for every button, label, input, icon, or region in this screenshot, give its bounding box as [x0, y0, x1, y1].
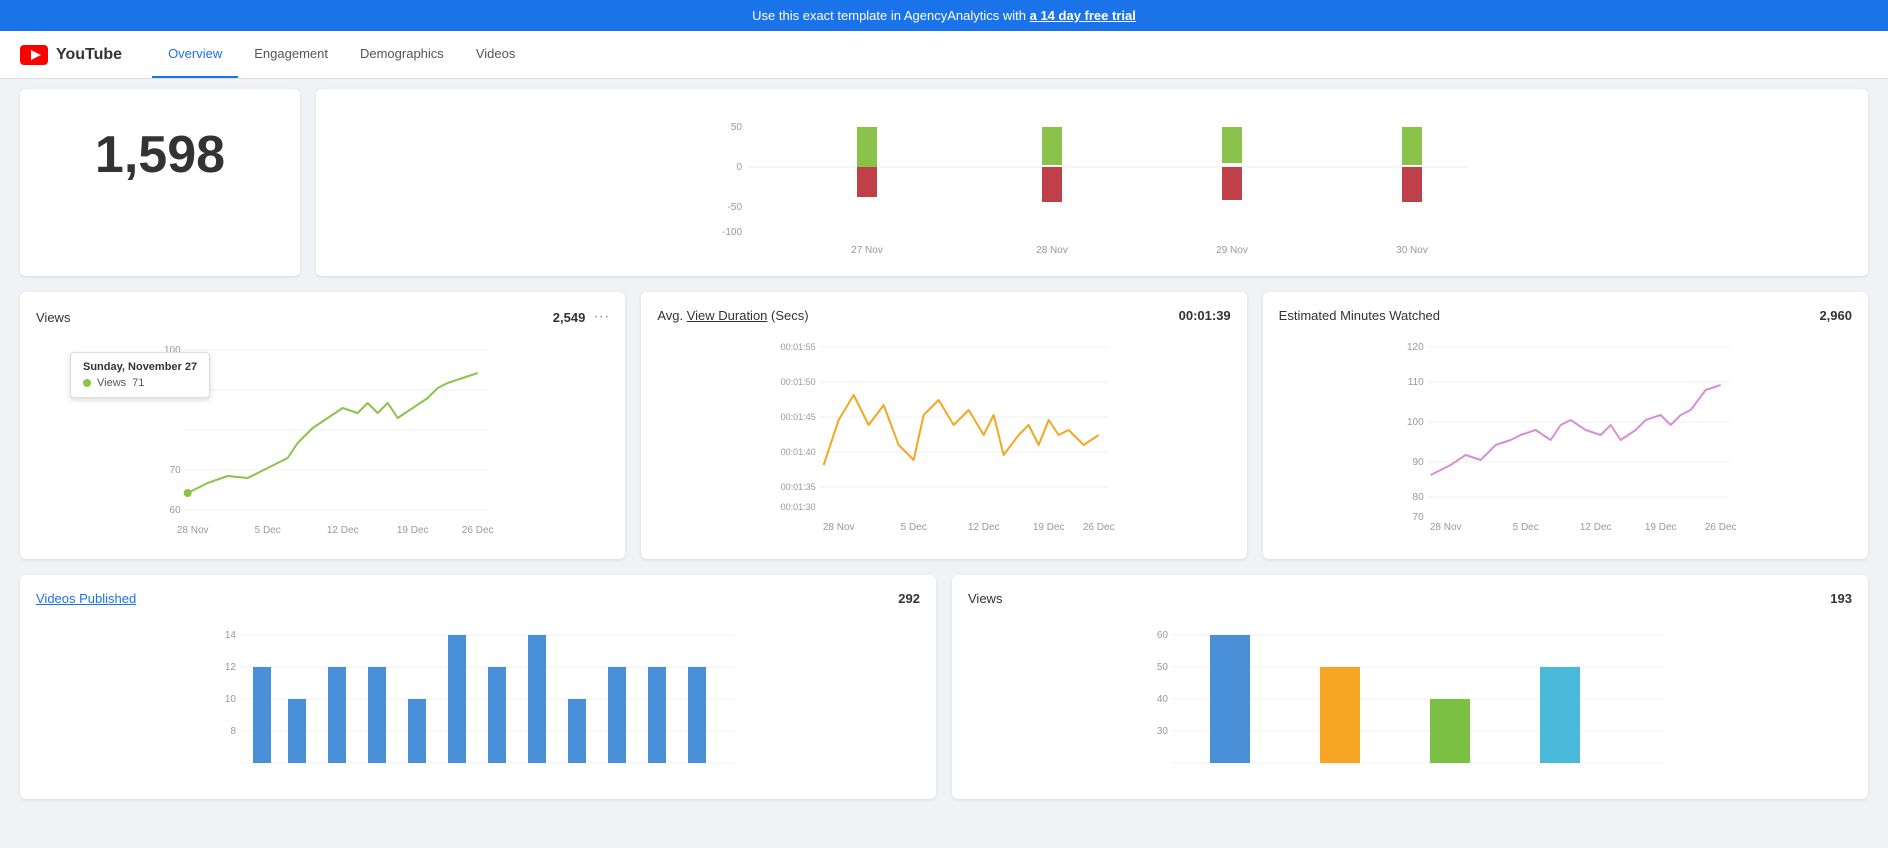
svg-text:12 Dec: 12 Dec [327, 525, 359, 536]
svg-text:27 Nov: 27 Nov [851, 245, 883, 255]
svg-text:50: 50 [1157, 662, 1169, 673]
nav-tabs: Overview Engagement Demographics Videos [152, 31, 531, 78]
svg-text:100: 100 [1407, 417, 1424, 428]
svg-text:29 Nov: 29 Nov [1216, 245, 1248, 255]
videos-published-title: Videos Published [36, 591, 136, 606]
views-card-title: Views [36, 310, 70, 325]
top-banner: Use this exact template in AgencyAnalyti… [0, 0, 1888, 31]
svg-text:10: 10 [225, 694, 237, 705]
svg-text:26 Dec: 26 Dec [1704, 522, 1736, 533]
svg-text:00:01:40: 00:01:40 [781, 447, 816, 457]
svg-text:60: 60 [170, 505, 182, 516]
avg-view-header: Avg. View Duration (Secs) 00:01:39 [657, 308, 1230, 323]
svg-text:14: 14 [225, 630, 237, 641]
tooltip-value: 71 [132, 377, 144, 389]
tooltip-metric: Views [97, 377, 126, 389]
svg-text:28 Nov: 28 Nov [177, 525, 209, 536]
svg-text:00:01:35: 00:01:35 [781, 482, 816, 492]
svg-text:28 Nov: 28 Nov [1429, 522, 1461, 533]
views-bottom-bar-chart: 60 50 40 30 [968, 618, 1852, 778]
views-card-value: 2,549 [553, 310, 586, 325]
svg-text:00:01:55: 00:01:55 [781, 342, 816, 352]
avg-view-line-chart: 00:01:55 00:01:50 00:01:45 00:01:40 00:0… [657, 335, 1230, 535]
svg-text:5 Dec: 5 Dec [901, 522, 927, 533]
svg-text:28 Nov: 28 Nov [823, 522, 855, 533]
est-minutes-title: Estimated Minutes Watched [1279, 308, 1440, 323]
videos-published-link[interactable]: Videos Published [36, 591, 136, 606]
middle-row: Views 2,549 ··· Sunday, November 27 View… [20, 292, 1868, 559]
svg-text:-100: -100 [722, 227, 742, 238]
grouped-bar-chart: 50 0 -50 -100 27 Nov [332, 105, 1852, 255]
banner-link[interactable]: a 14 day free trial [1030, 8, 1136, 23]
svg-text:70: 70 [1412, 512, 1424, 523]
videos-published-header: Videos Published 292 [36, 591, 920, 606]
views-bottom-title: Views [968, 591, 1002, 606]
est-minutes-value: 2,960 [1819, 308, 1852, 323]
avg-view-value: 00:01:39 [1179, 308, 1231, 323]
svg-text:30: 30 [1157, 726, 1169, 737]
videos-published-value: 292 [898, 591, 920, 606]
tab-videos[interactable]: Videos [460, 31, 532, 78]
tab-demographics[interactable]: Demographics [344, 31, 460, 78]
svg-text:120: 120 [1407, 342, 1424, 353]
bar-chart-card: 50 0 -50 -100 27 Nov [316, 89, 1868, 276]
videos-published-card: Videos Published 292 14 12 10 8 [20, 575, 936, 799]
avg-view-title: Avg. View Duration (Secs) [657, 308, 808, 323]
brand: YouTube [20, 45, 122, 65]
tab-overview[interactable]: Overview [152, 31, 238, 78]
main-content: 1,598 50 0 -50 -100 [0, 79, 1888, 819]
svg-text:19 Dec: 19 Dec [397, 525, 429, 536]
tooltip-date: Sunday, November 27 [83, 361, 197, 373]
avg-view-card: Avg. View Duration (Secs) 00:01:39 00:01… [641, 292, 1246, 559]
svg-text:00:01:45: 00:01:45 [781, 412, 816, 422]
est-minutes-header: Estimated Minutes Watched 2,960 [1279, 308, 1852, 323]
bottom-row: Videos Published 292 14 12 10 8 [20, 575, 1868, 799]
svg-text:00:01:50: 00:01:50 [781, 377, 816, 387]
navbar: YouTube Overview Engagement Demographics… [0, 31, 1888, 79]
subscribers-card: 1,598 [20, 89, 300, 276]
svg-text:50: 50 [731, 122, 743, 133]
tooltip-row: Views 71 [83, 377, 197, 389]
subscribers-value: 1,598 [36, 105, 284, 195]
svg-text:19 Dec: 19 Dec [1644, 522, 1676, 533]
youtube-icon [20, 45, 48, 65]
views-card: Views 2,549 ··· Sunday, November 27 View… [20, 292, 625, 559]
est-minutes-card: Estimated Minutes Watched 2,960 120 110 … [1263, 292, 1868, 559]
views-card-header: Views 2,549 ··· [36, 308, 609, 326]
svg-text:12 Dec: 12 Dec [968, 522, 1000, 533]
views-bottom-header: Views 193 [968, 591, 1852, 606]
svg-text:00:01:30: 00:01:30 [781, 502, 816, 512]
views-tooltip: Sunday, November 27 Views 71 [70, 352, 210, 398]
brand-name: YouTube [56, 46, 122, 64]
svg-text:26 Dec: 26 Dec [462, 525, 494, 536]
svg-text:110: 110 [1407, 377, 1423, 388]
tooltip-dot [83, 379, 91, 387]
svg-text:90: 90 [1412, 457, 1424, 468]
banner-text: Use this exact template in AgencyAnalyti… [752, 8, 1029, 23]
videos-published-bar-chart: 14 12 10 8 [36, 618, 920, 778]
est-minutes-line-chart: 120 110 100 90 80 70 28 Nov 5 Dec 12 Dec… [1279, 335, 1852, 535]
svg-text:0: 0 [736, 162, 742, 173]
svg-text:30 Nov: 30 Nov [1396, 245, 1428, 255]
svg-text:26 Dec: 26 Dec [1083, 522, 1115, 533]
more-icon[interactable]: ··· [593, 308, 609, 326]
svg-text:12: 12 [225, 662, 237, 673]
svg-text:60: 60 [1157, 630, 1169, 641]
svg-text:5 Dec: 5 Dec [255, 525, 281, 536]
svg-text:70: 70 [170, 465, 182, 476]
svg-text:19 Dec: 19 Dec [1033, 522, 1065, 533]
svg-text:12 Dec: 12 Dec [1579, 522, 1611, 533]
svg-text:28 Nov: 28 Nov [1036, 245, 1068, 255]
svg-text:80: 80 [1412, 492, 1424, 503]
svg-text:40: 40 [1157, 694, 1169, 705]
svg-text:8: 8 [230, 726, 236, 737]
svg-text:5 Dec: 5 Dec [1512, 522, 1538, 533]
tab-engagement[interactable]: Engagement [238, 31, 344, 78]
views-bottom-card: Views 193 60 50 40 30 [952, 575, 1868, 799]
svg-text:-50: -50 [728, 202, 743, 213]
views-bottom-value: 193 [1830, 591, 1852, 606]
top-row: 1,598 50 0 -50 -100 [20, 89, 1868, 276]
